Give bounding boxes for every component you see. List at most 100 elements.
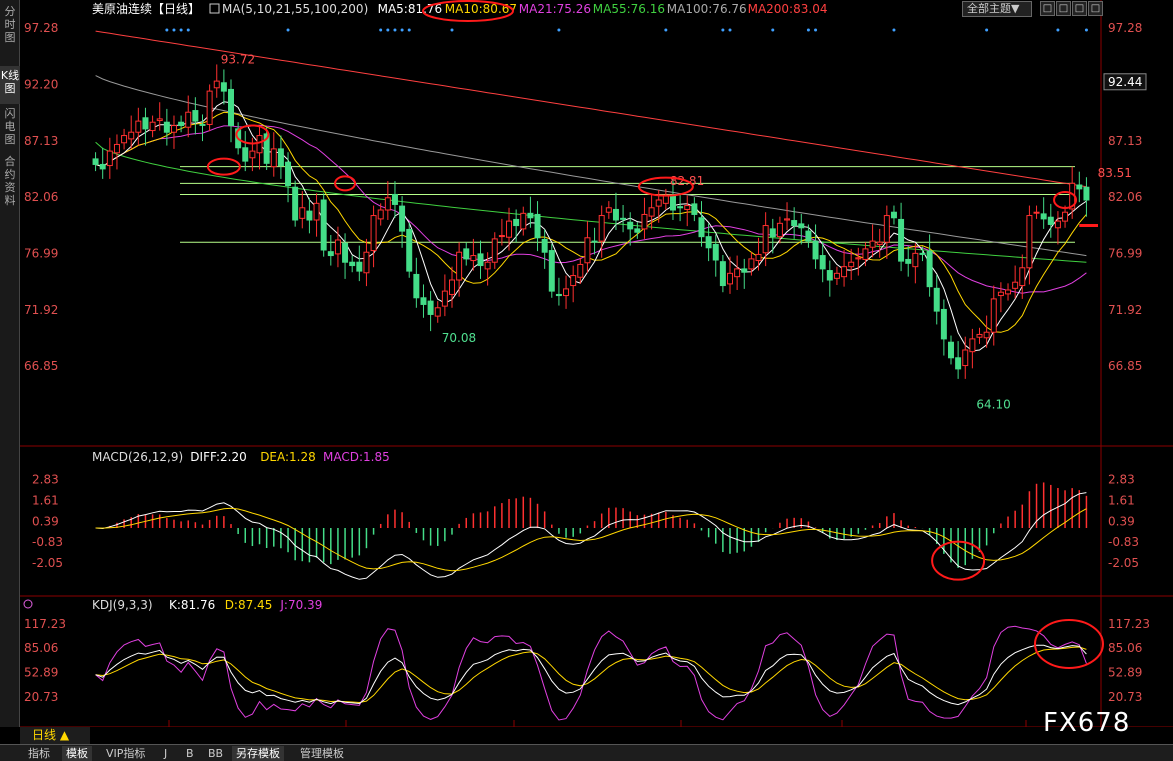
candle-body xyxy=(727,272,734,285)
theme-selector[interactable]: 全部主题▼ xyxy=(962,1,1032,17)
candle-body xyxy=(441,290,448,307)
signal-dot xyxy=(771,28,775,32)
kdj-tick-left: 85.06 xyxy=(24,641,58,655)
ma-legend-item: MA200:83.04 xyxy=(748,2,828,16)
tab-contract-info[interactable]: 合约资料 xyxy=(0,152,20,214)
chart-window: 分时图 K线图 闪电图 合约资料 97.2897.2892.2092.2087.… xyxy=(0,0,1173,761)
tab-timeshare[interactable]: 分时图 xyxy=(0,2,20,50)
bottom-tab-b[interactable]: B xyxy=(182,746,198,761)
candle-body xyxy=(270,148,277,168)
candle-body xyxy=(620,217,627,220)
price-tick-right: 66.85 xyxy=(1108,359,1142,373)
candle-body xyxy=(791,220,798,227)
candle-body xyxy=(427,300,434,315)
candle-body xyxy=(299,207,306,219)
candle-body xyxy=(342,242,349,263)
bottom-tab-template[interactable]: 模板 xyxy=(62,746,92,761)
candle-body xyxy=(192,110,199,122)
window-button-4[interactable]: □ xyxy=(1088,1,1103,16)
candle-body xyxy=(698,217,705,238)
candle-body xyxy=(784,218,791,221)
candle-body xyxy=(741,268,748,273)
kdj-k-line xyxy=(95,644,1087,706)
bottom-tab-j[interactable]: J xyxy=(160,746,171,761)
candle-body xyxy=(406,228,413,272)
kline-chart[interactable]: 97.2897.2892.2092.2087.1387.1382.0682.06… xyxy=(20,0,1173,727)
candle-body xyxy=(113,143,120,154)
tab-flash[interactable]: 闪电图 xyxy=(0,104,20,152)
candle-body xyxy=(420,297,427,305)
signal-dot xyxy=(393,28,397,32)
candle-body xyxy=(142,117,149,130)
candle-body xyxy=(955,357,962,370)
signal-dot xyxy=(1056,28,1060,32)
kdj-tick-left: 52.89 xyxy=(24,665,58,679)
candle-body xyxy=(1076,184,1083,190)
candle-body xyxy=(1083,186,1090,201)
price-tick-left: 87.13 xyxy=(24,134,58,148)
macd-tick-right: 2.83 xyxy=(1108,472,1135,486)
bottom-tab-vip[interactable]: VIP指标 xyxy=(102,746,149,761)
bottom-tab-save-template[interactable]: 另存模板 xyxy=(232,746,284,761)
candle-body xyxy=(826,270,833,281)
window-button-3[interactable]: □ xyxy=(1072,1,1087,16)
candle-body xyxy=(327,251,334,257)
tab-kline[interactable]: K线图 xyxy=(0,66,20,104)
watermark-logo: FX678 xyxy=(1043,708,1131,738)
candle-body xyxy=(292,186,299,221)
bottom-tab-manage-template[interactable]: 管理模板 xyxy=(296,746,348,761)
price-tick-left: 71.92 xyxy=(24,303,58,317)
macd-legend-item: MACD(26,12,9) xyxy=(92,450,183,464)
price-annotation: 93.72 xyxy=(221,53,255,67)
bottom-toolbar: 指标 模板 VIP指标 J B BB 另存模板 管理模板 xyxy=(0,744,1173,761)
candle-body xyxy=(377,209,384,220)
price-tick-right: 97.28 xyxy=(1108,21,1142,35)
candle-body xyxy=(905,258,912,264)
kdj-legend-item: J:70.39 xyxy=(279,598,322,612)
signal-dot xyxy=(557,28,561,32)
bottom-tab-indicator[interactable]: 指标 xyxy=(24,746,54,761)
price-tick-right: 87.13 xyxy=(1108,134,1142,148)
candle-body xyxy=(812,240,819,260)
ma-legend-item: MA(5,10,21,55,100,200) xyxy=(222,2,368,16)
candle-body xyxy=(228,88,235,127)
ma5-line xyxy=(95,101,1087,352)
kdj-legend-item: D:87.45 xyxy=(225,598,273,612)
ma-settings-icon xyxy=(209,3,220,14)
candle-body xyxy=(691,203,698,215)
ma-legend-item: MA55:76.16 xyxy=(593,2,665,16)
candle-body xyxy=(976,333,983,338)
signal-dot xyxy=(386,28,390,32)
price-tick-left: 97.28 xyxy=(24,21,58,35)
candle-body xyxy=(477,253,484,267)
candle-body xyxy=(106,150,113,167)
candle-body xyxy=(805,230,812,242)
candle-body xyxy=(584,237,591,264)
macd-tick-left: -2.05 xyxy=(32,556,63,570)
macd-diff-line xyxy=(95,492,1087,580)
macd-tick-right: 1.61 xyxy=(1108,493,1135,507)
candle-body xyxy=(876,241,883,245)
candle-body xyxy=(883,215,890,243)
window-button-1[interactable]: □ xyxy=(1040,1,1055,16)
price-tick-left: 76.99 xyxy=(24,246,58,260)
candle-body xyxy=(99,163,106,170)
candle-body xyxy=(655,199,662,207)
candle-body xyxy=(983,331,990,339)
signal-dot xyxy=(379,28,383,32)
candle-body xyxy=(256,135,263,154)
bottom-tab-bb[interactable]: BB xyxy=(204,746,227,761)
period-selector[interactable]: 日线 ▲ xyxy=(20,727,90,744)
kdj-legend-item: KDJ(9,3,3) xyxy=(92,598,153,612)
candle-body xyxy=(242,147,249,162)
candle-body xyxy=(370,215,377,252)
price-tick-right: 71.92 xyxy=(1108,303,1142,317)
candle-body xyxy=(456,251,463,281)
candle-body xyxy=(185,111,192,128)
window-button-2[interactable]: □ xyxy=(1056,1,1071,16)
candle-body xyxy=(705,236,712,249)
signal-dot xyxy=(450,28,454,32)
candle-body xyxy=(819,255,826,270)
candle-body xyxy=(334,239,341,255)
candle-body xyxy=(634,228,641,233)
